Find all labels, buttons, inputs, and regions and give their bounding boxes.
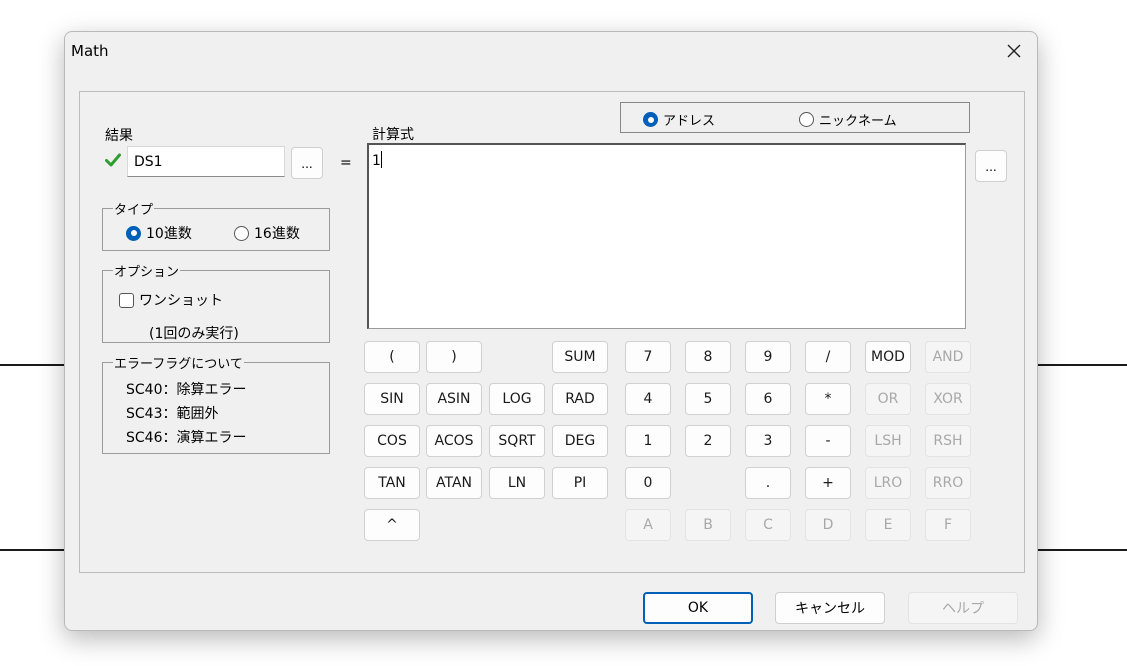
option-group: オプション ワンショット (1回のみ実行): [102, 261, 330, 343]
radio-address[interactable]: アドレス: [643, 110, 715, 129]
key-0-button[interactable]: 0: [625, 467, 671, 499]
window-title: Math: [71, 42, 109, 60]
oneshot-note: (1回のみ実行): [149, 326, 239, 342]
radio-nickname-label: ニックネーム: [819, 114, 897, 129]
key-caret-button[interactable]: ^: [364, 509, 420, 541]
radio-decimal[interactable]: 10進数: [126, 223, 192, 243]
key-open-paren-button[interactable]: (: [364, 341, 420, 373]
key-rro-button[interactable]: RRO: [925, 467, 971, 499]
key-tan-button[interactable]: TAN: [364, 467, 420, 499]
key-ln-button[interactable]: LN: [489, 467, 545, 499]
key-divide-button[interactable]: /: [805, 341, 851, 373]
error-flag-line: SC40：除算エラー: [126, 382, 247, 398]
key-pi-button[interactable]: PI: [552, 467, 608, 499]
oneshot-label: ワンショット: [139, 293, 223, 309]
type-group-legend: タイプ: [113, 199, 155, 218]
key-asin-button[interactable]: ASIN: [426, 383, 482, 415]
radio-hex[interactable]: 16進数: [234, 223, 300, 243]
key-rsh-button[interactable]: RSH: [925, 425, 971, 457]
error-flag-line: SC43：範囲外: [126, 406, 219, 422]
key-lro-button[interactable]: LRO: [865, 467, 911, 499]
option-group-legend: オプション: [113, 261, 181, 280]
ok-button[interactable]: OK: [643, 592, 753, 624]
key-e-button[interactable]: E: [865, 509, 911, 541]
key-mod-button[interactable]: MOD: [865, 341, 911, 373]
radio-nickname[interactable]: ニックネーム: [799, 110, 897, 129]
formula-text: 1: [372, 153, 381, 169]
key-7-button[interactable]: 7: [625, 341, 671, 373]
key-sin-button[interactable]: SIN: [364, 383, 420, 415]
key-sqrt-button[interactable]: SQRT: [489, 425, 545, 457]
cancel-button[interactable]: キャンセル: [775, 592, 885, 624]
math-dialog: Math 結果 DS1 ... = タイプ 10進数 16進数 オプション ワン…: [64, 31, 1038, 631]
key-2-button[interactable]: 2: [685, 425, 731, 457]
key-rad-button[interactable]: RAD: [552, 383, 608, 415]
error-flag-group: エラーフラグについて SC40：除算エラー SC43：範囲外 SC46：演算エラ…: [102, 353, 330, 454]
radio-decimal-label: 10進数: [146, 226, 192, 242]
error-flag-legend: エラーフラグについて: [113, 353, 244, 372]
key-3-button[interactable]: 3: [745, 425, 791, 457]
key-or-button[interactable]: OR: [865, 383, 911, 415]
key-dot-button[interactable]: .: [745, 467, 791, 499]
oneshot-checkbox[interactable]: ワンショット: [119, 290, 223, 310]
key-c-button[interactable]: C: [745, 509, 791, 541]
key-f-button[interactable]: F: [925, 509, 971, 541]
close-icon: [1007, 44, 1021, 58]
close-button[interactable]: [999, 38, 1029, 64]
result-input[interactable]: DS1: [127, 146, 285, 177]
key-9-button[interactable]: 9: [745, 341, 791, 373]
key-5-button[interactable]: 5: [685, 383, 731, 415]
formula-textarea[interactable]: 1: [367, 143, 966, 329]
key-multiply-button[interactable]: *: [805, 383, 851, 415]
radio-unselected-icon: [234, 225, 249, 241]
key-minus-button[interactable]: -: [805, 425, 851, 457]
key-atan-button[interactable]: ATAN: [426, 467, 482, 499]
radio-unselected-icon: [799, 112, 814, 127]
key-close-paren-button[interactable]: ): [426, 341, 482, 373]
key-1-button[interactable]: 1: [625, 425, 671, 457]
key-acos-button[interactable]: ACOS: [426, 425, 482, 457]
result-browse-button[interactable]: ...: [291, 147, 323, 179]
help-button[interactable]: ヘルプ: [908, 592, 1018, 624]
key-plus-button[interactable]: +: [805, 467, 851, 499]
check-icon: [105, 153, 121, 167]
key-6-button[interactable]: 6: [745, 383, 791, 415]
key-d-button[interactable]: D: [805, 509, 851, 541]
key-sum-button[interactable]: SUM: [552, 341, 608, 373]
text-caret: [380, 151, 382, 168]
type-group: タイプ 10進数 16進数: [102, 199, 330, 251]
key-4-button[interactable]: 4: [625, 383, 671, 415]
key-and-button[interactable]: AND: [925, 341, 971, 373]
key-cos-button[interactable]: COS: [364, 425, 420, 457]
radio-selected-icon: [643, 112, 658, 127]
result-label: 結果: [105, 128, 133, 144]
radio-hex-label: 16進数: [254, 226, 300, 242]
formula-label: 計算式: [372, 127, 414, 143]
key-lsh-button[interactable]: LSH: [865, 425, 911, 457]
radio-selected-icon: [126, 225, 141, 241]
radio-address-label: アドレス: [663, 114, 716, 129]
main-panel: 結果 DS1 ... = タイプ 10進数 16進数 オプション ワンショット: [79, 91, 1025, 573]
checkbox-unchecked-icon: [119, 292, 134, 308]
error-flag-line: SC46：演算エラー: [126, 430, 247, 446]
key-a-button[interactable]: A: [625, 509, 671, 541]
key-deg-button[interactable]: DEG: [552, 425, 608, 457]
formula-browse-button[interactable]: ...: [975, 150, 1007, 182]
key-xor-button[interactable]: XOR: [925, 383, 971, 415]
key-log-button[interactable]: LOG: [489, 383, 545, 415]
key-b-button[interactable]: B: [685, 509, 731, 541]
equals-sign: =: [340, 155, 352, 171]
mode-selector: アドレス ニックネーム: [620, 102, 970, 133]
key-8-button[interactable]: 8: [685, 341, 731, 373]
